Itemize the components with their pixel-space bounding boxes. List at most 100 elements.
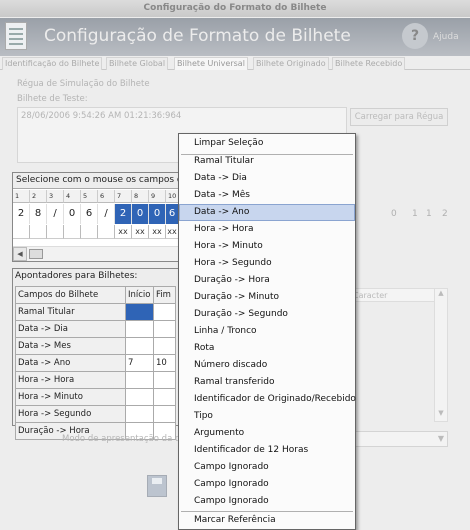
mark-cell: xx — [115, 225, 132, 239]
ruler-digit: 0 — [391, 209, 397, 219]
question-icon: ? — [402, 23, 428, 49]
scroll-up-icon[interactable]: ▲ — [435, 289, 447, 301]
char-cell-selected[interactable]: 0 — [132, 204, 149, 224]
ruler-cell: 9 — [149, 190, 166, 203]
save-button[interactable] — [123, 475, 183, 499]
mark-cell — [98, 225, 115, 239]
scroll-left-icon[interactable]: ◀ — [13, 247, 27, 261]
load-ruler-button[interactable]: Carregar para Régua — [350, 108, 448, 126]
end-cell[interactable] — [153, 388, 176, 406]
table-row[interactable]: Hora -> Minuto — [15, 388, 176, 406]
menu-item-duracao-minuto[interactable]: Duração -> Minuto — [179, 289, 355, 306]
char-cell[interactable]: / — [98, 204, 115, 224]
menu-item-data-mes[interactable]: Data -> Mês — [179, 187, 355, 204]
window-titlebar: Configuração do Formato do Bilhete — [0, 0, 470, 17]
duration-mode-select[interactable]: ▼ — [350, 431, 448, 447]
start-cell[interactable] — [125, 371, 154, 389]
menu-item-identificador-12-horas[interactable]: Identificador de 12 Horas — [179, 442, 355, 459]
end-cell[interactable] — [153, 303, 176, 321]
menu-item-campo-ignorado[interactable]: Campo Ignorado — [179, 459, 355, 476]
menu-item-numero-discado[interactable]: Número discado — [179, 357, 355, 374]
end-cell[interactable] — [153, 337, 176, 355]
field-name: Hora -> Hora — [15, 371, 126, 389]
menu-item-campo-ignorado[interactable]: Campo Ignorado — [179, 493, 355, 510]
column-header[interactable]: Campos do Bilhete — [15, 286, 126, 304]
start-cell[interactable] — [125, 337, 154, 355]
char-cell[interactable]: 8 — [30, 204, 47, 224]
end-cell[interactable] — [153, 371, 176, 389]
mark-cell — [13, 225, 30, 239]
ruler-cell: 5 — [81, 190, 98, 203]
ruler-digit: 2 — [442, 209, 448, 219]
context-menu: Limpar Seleção Ramal Titular Data -> Dia… — [178, 133, 356, 530]
end-cell[interactable] — [153, 320, 176, 338]
table-row[interactable]: Data -> Mes — [15, 337, 176, 355]
pointers-header: Apontadores para Bilhetes: — [15, 271, 138, 281]
mark-cell: xx — [132, 225, 149, 239]
menu-item-duracao-hora[interactable]: Duração -> Hora — [179, 272, 355, 289]
end-cell[interactable]: 10 — [153, 354, 176, 372]
column-header[interactable]: Fim — [153, 286, 176, 304]
menu-item-hora-hora[interactable]: Hora -> Hora — [179, 221, 355, 238]
menu-item-tipo[interactable]: Tipo — [179, 408, 355, 425]
chevron-down-icon: ▼ — [437, 434, 444, 443]
menu-item-data-dia[interactable]: Data -> Dia — [179, 170, 355, 187]
end-cell[interactable] — [153, 405, 176, 423]
menu-item-hora-segundo[interactable]: Hora -> Segundo — [179, 255, 355, 272]
menu-item-campo-ignorado[interactable]: Campo Ignorado — [179, 476, 355, 493]
vertical-scrollbar[interactable]: ▲ ▼ — [434, 288, 448, 422]
ruler-cell: 6 — [98, 190, 115, 203]
char-cell[interactable]: 6 — [81, 204, 98, 224]
start-cell[interactable] — [125, 303, 154, 321]
ruler-digit: 1 — [412, 209, 418, 219]
test-label: Bilhete de Teste: — [17, 94, 88, 104]
table-row[interactable]: Ramal Titular — [15, 303, 176, 321]
tab-bar: Identificação do Bilhete Bilhete Global … — [0, 57, 470, 70]
char-cell[interactable]: 2 — [13, 204, 30, 224]
menu-item-ramal-transferido[interactable]: Ramal transferido — [179, 374, 355, 391]
ruler-cell: 4 — [64, 190, 81, 203]
field-name: Hora -> Segundo — [15, 405, 126, 423]
menu-item-limpar-selecao[interactable]: Limpar Seleção — [179, 135, 355, 152]
menu-item-duracao-segundo[interactable]: Duração -> Segundo — [179, 306, 355, 323]
menu-item-data-ano[interactable]: Data -> Ano — [179, 204, 355, 221]
table-row[interactable]: Data -> Ano 7 10 — [15, 354, 176, 372]
field-name: Data -> Mes — [15, 337, 126, 355]
app-header: Configuração de Formato de Bilhete ? Aju… — [0, 18, 470, 56]
start-cell[interactable]: 7 — [125, 354, 154, 372]
mark-cell — [81, 225, 98, 239]
char-cell-selected[interactable]: 2 — [115, 204, 132, 224]
tab-universal[interactable]: Bilhete Universal — [174, 57, 248, 70]
char-cell-selected[interactable]: 0 — [149, 204, 166, 224]
table-row[interactable]: Hora -> Segundo — [15, 405, 176, 423]
char-cell[interactable]: 0 — [64, 204, 81, 224]
scroll-down-icon[interactable]: ▼ — [435, 409, 447, 421]
scroll-thumb[interactable] — [29, 249, 43, 259]
floppy-disk-icon — [147, 475, 167, 497]
menu-item-rota[interactable]: Rota — [179, 340, 355, 357]
ruler-cell: 1 — [13, 190, 30, 203]
char-cell[interactable]: / — [47, 204, 64, 224]
field-name: Ramal Titular — [15, 303, 126, 321]
field-name: Hora -> Minuto — [15, 388, 126, 406]
ruler-cell: 3 — [47, 190, 64, 203]
tab-global[interactable]: Bilhete Global — [106, 57, 169, 70]
menu-item-marcar-referencia[interactable]: Marcar Referência — [179, 512, 355, 529]
tab-identificacao[interactable]: Identificação do Bilhete — [2, 57, 103, 70]
start-cell[interactable] — [125, 405, 154, 423]
table-row[interactable]: Hora -> Hora — [15, 371, 176, 389]
pointers-panel: Apontadores para Bilhetes: Campos do Bil… — [12, 268, 180, 440]
start-cell[interactable] — [125, 320, 154, 338]
tab-recebido[interactable]: Bilhete Recebido — [332, 57, 406, 70]
horizontal-scrollbar[interactable]: ◀ — [13, 246, 179, 261]
help-button[interactable]: ? Ajuda — [402, 23, 462, 49]
tab-originado[interactable]: Bilhete Originado — [253, 57, 329, 70]
menu-item-argumento[interactable]: Argumento — [179, 425, 355, 442]
start-cell[interactable] — [125, 388, 154, 406]
menu-item-hora-minuto[interactable]: Hora -> Minuto — [179, 238, 355, 255]
menu-item-ramal-titular[interactable]: Ramal Titular — [179, 153, 355, 170]
menu-item-linha-tronco[interactable]: Linha / Tronco — [179, 323, 355, 340]
column-header[interactable]: Início — [125, 286, 154, 304]
menu-item-identificador-originado[interactable]: Identificador de Originado/Recebido — [179, 391, 356, 408]
table-row[interactable]: Data -> Dia — [15, 320, 176, 338]
